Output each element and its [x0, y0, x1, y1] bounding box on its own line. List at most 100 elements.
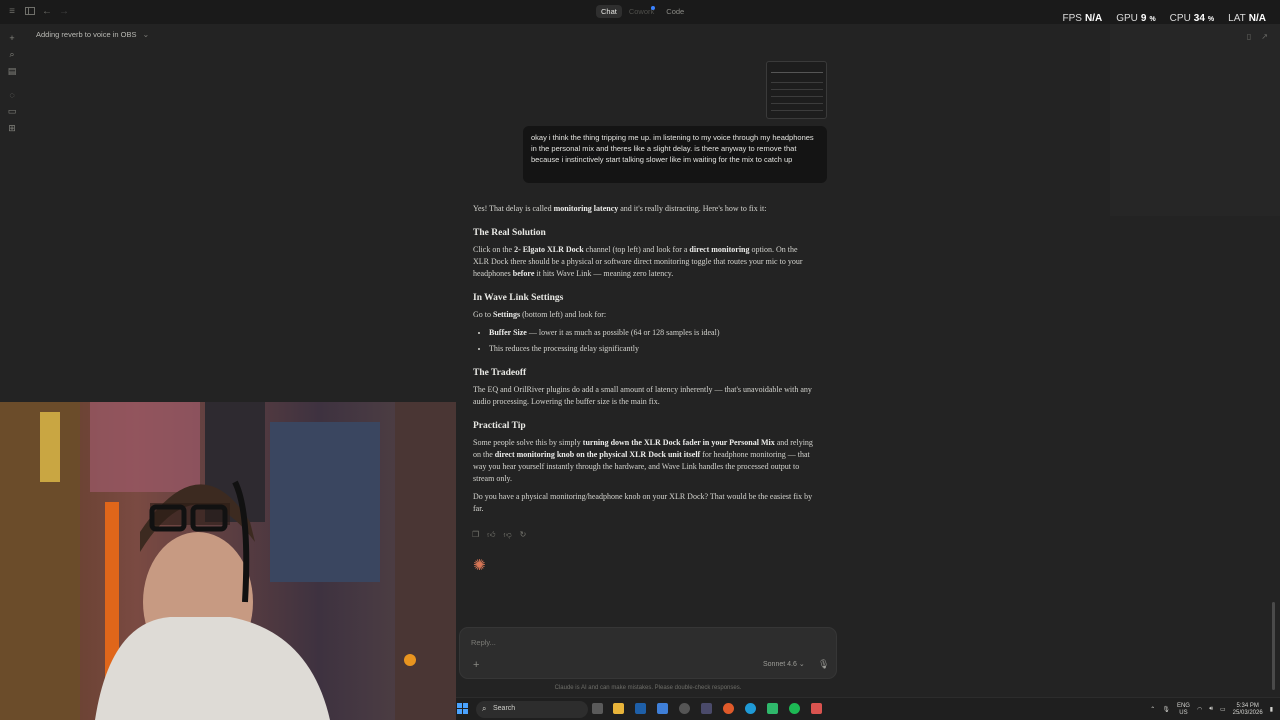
assistant-message: Yes! That delay is called monitoring lat… [473, 203, 813, 521]
message-actions: ❐ 👍︎ 👎︎ ↻ [472, 530, 526, 540]
bold-text: direct monitoring [689, 245, 750, 254]
lang-top: ENG [1176, 702, 1190, 709]
file-explorer-icon[interactable] [613, 703, 624, 714]
cpu-label: CPU [1169, 13, 1191, 24]
volume-icon[interactable]: 🔊︎ [1209, 706, 1213, 713]
battery-icon[interactable]: ▭ [1220, 706, 1226, 713]
language-indicator[interactable]: ENG US [1177, 703, 1190, 717]
webcam-video [0, 402, 456, 720]
obs-icon[interactable] [679, 703, 690, 714]
thumbs-down-icon[interactable]: 👎︎ [504, 530, 512, 540]
chevron-down-icon: ⌄ [798, 661, 805, 668]
lat-label: LAT [1228, 13, 1246, 24]
text: Go to [473, 310, 493, 319]
section-heading: In Wave Link Settings [473, 293, 564, 303]
windows-start-icon[interactable] [457, 703, 468, 714]
new-chat-icon[interactable]: + [6, 32, 18, 44]
chats-icon[interactable]: ◌ [6, 89, 18, 101]
claude-spark-icon: ✺ [473, 557, 486, 574]
clock[interactable]: 5:34 PM 25/03/2026 [1233, 703, 1263, 717]
cpu-unit: % [1207, 16, 1215, 23]
projects-icon[interactable]: ▤ [6, 65, 18, 77]
sidebar-toggle-icon[interactable] [24, 6, 36, 18]
bold-text: 2- Elgato XLR Dock [514, 245, 584, 254]
apps-icon[interactable]: ⊞ [6, 122, 18, 134]
mode-tabs: Chat Cowork Code [596, 5, 689, 18]
fps-value: N/A [1084, 13, 1103, 24]
photos-icon[interactable] [657, 703, 668, 714]
paragraph: Some people solve this by simply turning… [473, 437, 813, 485]
bold-text: turning down the XLR Dock fader in your … [582, 438, 775, 447]
microphone-icon[interactable]: 🎙︎ [818, 659, 829, 670]
taskbar-search-label: Search [493, 705, 516, 712]
reply-input[interactable] [471, 638, 771, 647]
webcam-overlay [0, 402, 456, 720]
app-icon[interactable] [811, 703, 822, 714]
app-icon[interactable] [767, 703, 778, 714]
list-item: Buffer Size — lower it as much as possib… [489, 327, 813, 339]
text: and it's really distracting. Here's how … [618, 204, 767, 213]
user-message: okay i think the thing tripping me up. i… [523, 126, 827, 183]
attachment-thumbnail[interactable] [766, 61, 827, 119]
back-arrow-icon[interactable]: ← [41, 6, 53, 18]
right-panel [1110, 24, 1280, 216]
conversation-title[interactable]: Adding reverb to voice in OBS ⌄ [36, 30, 149, 39]
lat-value: N/A [1248, 13, 1266, 24]
taskbar: ⌕ Search ⌃ 🎙︎ ENG US ◠ 🔊︎ ▭ 5:34 PM 25/03/… [456, 697, 1280, 720]
wifi-icon[interactable]: ◠ [1197, 706, 1202, 713]
bold-text: direct monitoring knob on the physical X… [494, 450, 701, 459]
search-icon[interactable]: ⌕ [6, 48, 18, 60]
section-heading: The Tradeoff [473, 368, 527, 378]
notifications-icon[interactable]: ▮ [1270, 706, 1273, 713]
document-icon[interactable]: ▯ [1247, 32, 1251, 41]
chevron-up-icon[interactable]: ⌃ [1150, 706, 1155, 713]
gpu-value: 9 [1140, 13, 1147, 24]
taskbar-search[interactable]: ⌕ Search [476, 701, 588, 718]
retry-icon[interactable]: ↻ [520, 530, 527, 540]
bold-text: monitoring latency [553, 204, 619, 213]
assistant-intro: Yes! That delay is called monitoring lat… [473, 203, 813, 215]
copy-icon[interactable]: ❐ [472, 530, 479, 540]
notification-dot [651, 6, 655, 10]
cpu-value: 34 [1193, 13, 1205, 24]
firefox-icon[interactable] [723, 703, 734, 714]
lightroom-icon[interactable] [635, 703, 646, 714]
section-heading: The Real Solution [473, 228, 546, 238]
disclaimer: Claude is AI and can make mistakes. Plea… [459, 685, 1037, 691]
system-tray: ⌃ 🎙︎ ENG US ◠ 🔊︎ ▭ 5:34 PM 25/03/2026 ▮ [1150, 698, 1280, 720]
text: Some people solve this by simply [473, 438, 583, 447]
lat-readout: LAT N/A [1228, 13, 1266, 24]
cpu-readout: CPU 34% [1170, 13, 1214, 24]
scrollbar[interactable] [1272, 602, 1275, 690]
left-rail: + ⌕ ▤ ◌ ▭ ⊞ [0, 24, 24, 404]
text: — lower it as much as possible (64 or 12… [526, 328, 720, 337]
clock-date: 25/03/2026 [1232, 709, 1263, 716]
paragraph: Do you have a physical monitoring/headph… [473, 492, 813, 513]
tab-chat[interactable]: Chat [596, 5, 622, 18]
gpu-label: GPU [1116, 13, 1138, 24]
edge-icon[interactable] [745, 703, 756, 714]
search-icon: ⌕ [482, 704, 487, 713]
clock-time: 5:34 PM [1236, 702, 1259, 709]
lang-bottom: US [1179, 709, 1188, 716]
bold-text: Buffer Size [489, 328, 527, 337]
conversation-title-text: Adding reverb to voice in OBS [36, 30, 137, 39]
share-icon[interactable]: ↗ [1261, 32, 1268, 41]
disclaimer-text: Claude is AI and can make mistakes. Plea… [554, 685, 742, 691]
section-heading: Practical Tip [473, 421, 526, 431]
menu-icon[interactable]: ≡ [6, 6, 18, 18]
task-view-icon[interactable] [592, 703, 603, 714]
artifacts-icon[interactable]: ▭ [6, 105, 18, 117]
forward-arrow-icon[interactable]: → [58, 6, 70, 18]
composer: + Sonnet 4.6 ⌄ 🎙︎ [459, 627, 837, 679]
text: Click on the [473, 245, 515, 254]
app-icon[interactable] [701, 703, 712, 714]
thumbs-up-icon[interactable]: 👍︎ [487, 530, 495, 540]
spotify-icon[interactable] [789, 703, 800, 714]
fps-label: FPS [1062, 13, 1082, 24]
add-attachment-button[interactable]: + [473, 659, 479, 671]
tab-code[interactable]: Code [661, 5, 689, 18]
microphone-icon[interactable]: 🎙︎ [1162, 706, 1170, 713]
model-selector[interactable]: Sonnet 4.6 ⌄ [763, 660, 805, 668]
paragraph: Click on the 2- Elgato XLR Dock channel … [473, 244, 813, 280]
